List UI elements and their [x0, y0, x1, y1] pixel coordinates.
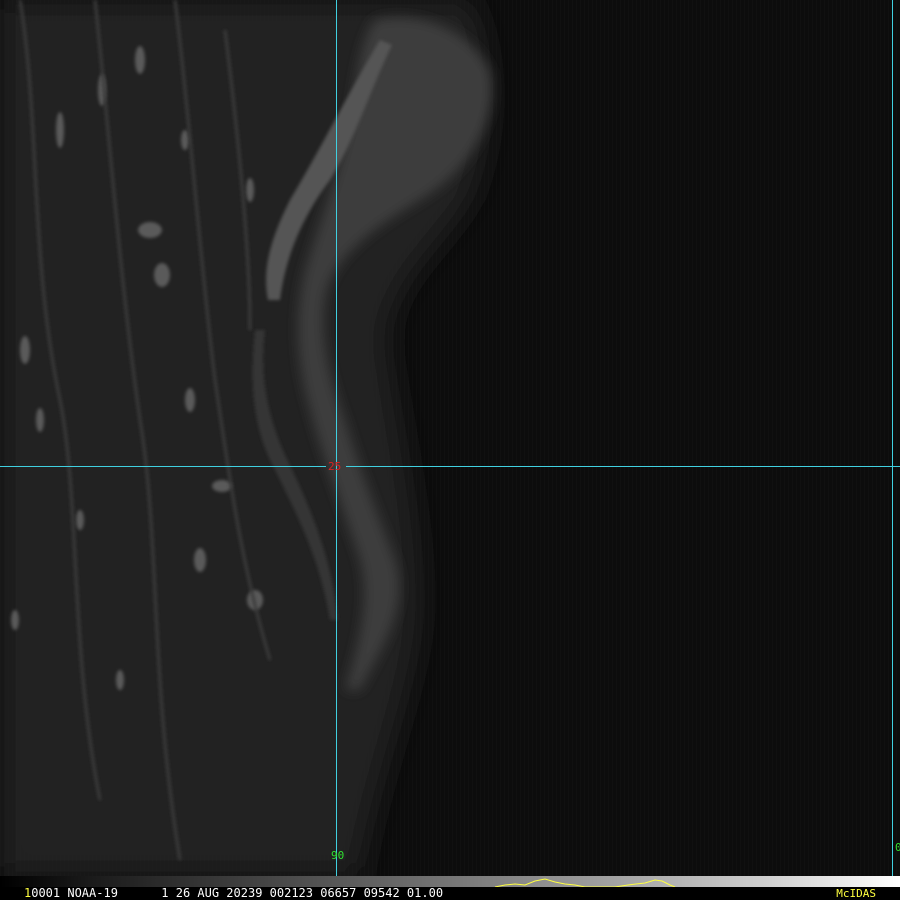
latitude-label: 25 [328, 460, 342, 473]
histogram-line [494, 878, 676, 887]
satellite-image: 25 90 0 [0, 0, 900, 876]
mcidas-brand: McIDAS [836, 887, 876, 900]
info-bar: 10001 NOAA-19 1 26 AUG 20239 002123 0665… [0, 876, 900, 900]
image-info-text: 10001 NOAA-19 1 26 AUG 20239 002123 0665… [24, 887, 443, 900]
edge-longitude-label: 0 [895, 841, 900, 854]
satellite-imagery-svg [0, 0, 900, 876]
image-metadata: 0001 NOAA-19 1 26 AUG 20239 002123 06657… [31, 886, 444, 900]
longitude-label: 90 [331, 849, 345, 862]
